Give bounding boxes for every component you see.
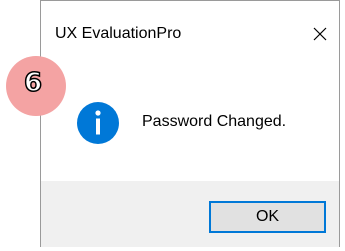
dialog-content: Password Changed. xyxy=(41,67,339,181)
dialog-title: UX EvaluationPro xyxy=(55,25,182,42)
close-icon xyxy=(313,27,327,41)
message-dialog: UX EvaluationPro Password Changed. OK xyxy=(40,0,340,247)
step-number: 6 xyxy=(23,67,43,99)
dialog-titlebar: UX EvaluationPro xyxy=(41,1,339,67)
dialog-footer: OK xyxy=(41,181,339,247)
close-button[interactable] xyxy=(305,19,335,49)
info-icon xyxy=(77,102,119,144)
step-number-badge: 6 xyxy=(6,56,66,116)
ok-button[interactable]: OK xyxy=(209,201,326,233)
dialog-message: Password Changed. xyxy=(142,113,287,130)
